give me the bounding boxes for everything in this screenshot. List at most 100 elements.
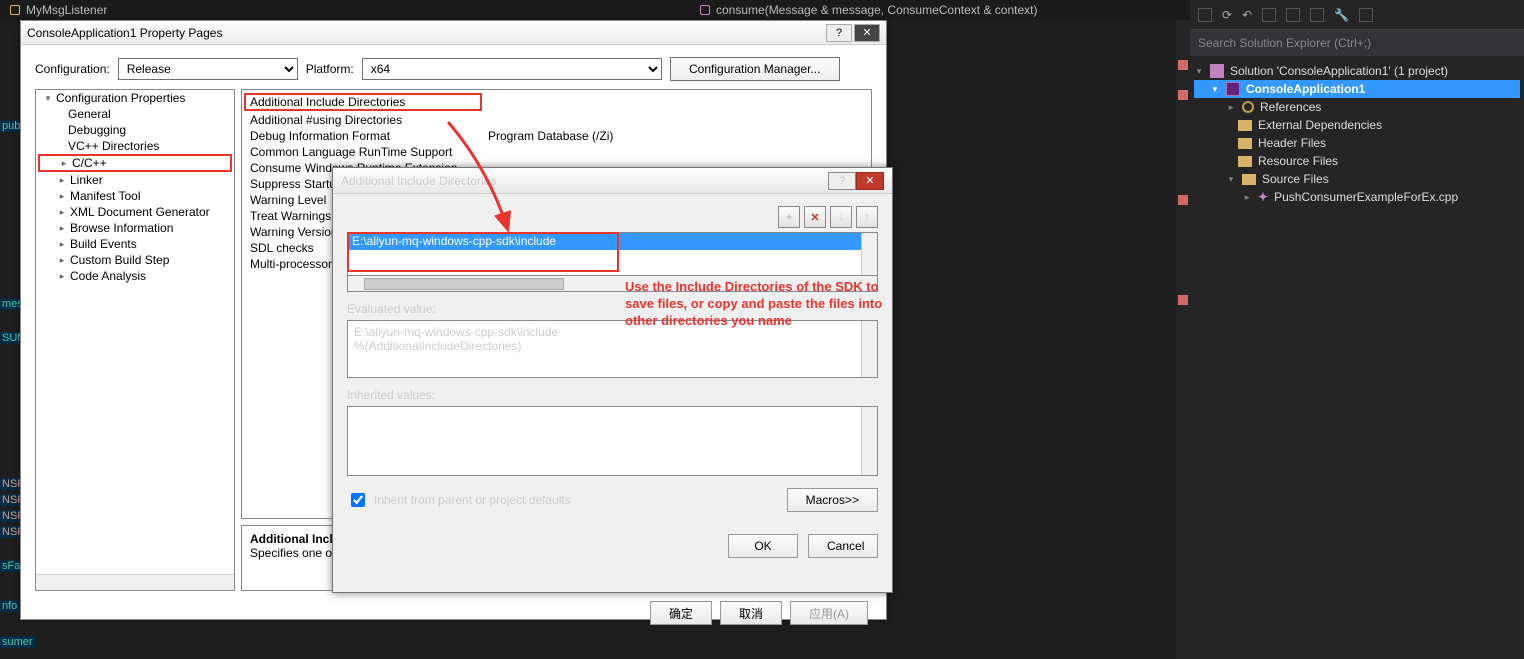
tree-item-debugging[interactable]: Debugging [68, 123, 126, 137]
directories-listbox[interactable]: E:\aliyun-mq-windows-cpp-sdk\include [347, 232, 878, 276]
extdeps-node[interactable]: External Dependencies [1194, 116, 1520, 134]
folder-icon [1238, 120, 1252, 131]
home-icon[interactable] [1198, 8, 1212, 22]
folder-icon [1238, 156, 1252, 167]
node-label: References [1260, 100, 1321, 114]
cpp-icon: ✦ [1258, 190, 1268, 204]
tree-item-general[interactable]: General [68, 107, 111, 121]
prop-key[interactable]: Additional Include Directories [244, 93, 482, 111]
vscrollbar[interactable] [861, 321, 877, 377]
tree-hscroll[interactable] [36, 574, 234, 590]
node-label: Resource Files [1258, 154, 1338, 168]
tree-item-buildevents[interactable]: Build Events [70, 237, 137, 251]
tree-item-browse[interactable]: Browse Information [70, 221, 173, 235]
scrollbar-gutter[interactable] [1176, 20, 1190, 659]
gutter-mark [1178, 90, 1188, 100]
ok-button[interactable]: 确定 [650, 601, 712, 625]
show-all-icon[interactable] [1262, 8, 1276, 22]
prop-key[interactable]: Additional #using Directories [250, 113, 488, 127]
sync-icon[interactable]: ⟳ [1222, 8, 1232, 22]
gutter-mark [1178, 60, 1188, 70]
folder-icon [1242, 174, 1256, 185]
tree-item-vcdirs[interactable]: VC++ Directories [68, 139, 159, 153]
ok-button[interactable]: OK [728, 534, 798, 558]
refresh-icon[interactable] [1286, 8, 1300, 22]
back-icon[interactable]: ↶ [1242, 8, 1252, 22]
configuration-manager-button[interactable]: Configuration Manager... [670, 57, 840, 81]
platform-select[interactable]: x64 [362, 58, 662, 80]
prop-val[interactable]: Program Database (/Zi) [488, 129, 613, 143]
collapse-icon[interactable] [1359, 8, 1373, 22]
node-label: Header Files [1258, 136, 1326, 150]
tree-item-xmldoc[interactable]: XML Document Generator [70, 205, 210, 219]
checkbox-label: Inherit from parent or project defaults [374, 493, 571, 507]
tree-root[interactable]: Configuration Properties [56, 91, 185, 105]
annotation-text: Use the Include Directories of the SDK t… [625, 278, 885, 329]
references-node[interactable]: ▸References [1194, 98, 1520, 116]
gutter-mark [1178, 195, 1188, 205]
properties-icon[interactable] [1310, 8, 1324, 22]
lock-icon [10, 5, 20, 15]
apply-button[interactable]: 应用(A) [790, 601, 868, 625]
header-node[interactable]: Header Files [1194, 134, 1520, 152]
prop-key[interactable]: Common Language RunTime Support [250, 145, 488, 159]
list-toolbar: ✦ ✕ ↓ ↑ [347, 206, 878, 228]
help-button[interactable]: ? [828, 172, 856, 190]
platform-label: Platform: [306, 62, 354, 76]
code-fragment: sumer [0, 636, 35, 648]
dialog-titlebar[interactable]: ConsoleApplication1 Property Pages ? ✕ [21, 21, 886, 45]
tab-label: consume(Message & message, ConsumeContex… [716, 3, 1037, 17]
resource-node[interactable]: Resource Files [1194, 152, 1520, 170]
project-node[interactable]: ▾ConsoleApplication1 [1194, 80, 1520, 98]
help-button[interactable]: ? [826, 24, 852, 42]
tree-item-linker[interactable]: Linker [70, 173, 103, 187]
tree-item-codeanalysis[interactable]: Code Analysis [70, 269, 146, 283]
solution-root[interactable]: ▾Solution 'ConsoleApplication1' (1 proje… [1194, 62, 1520, 80]
solution-search[interactable]: Search Solution Explorer (Ctrl+;) [1190, 30, 1524, 56]
macros-button[interactable]: Macros>> [787, 488, 878, 512]
property-tree[interactable]: ▾Configuration Properties General Debugg… [35, 89, 235, 591]
close-button[interactable]: ✕ [854, 24, 880, 42]
inherit-checkbox[interactable]: Inherit from parent or project defaults [347, 490, 571, 510]
configuration-select[interactable]: Release [118, 58, 298, 80]
project-icon [1226, 82, 1240, 96]
vscrollbar[interactable] [861, 233, 877, 275]
include-dirs-dialog: Additional Include Directories ? ✕ ✦ ✕ ↓… [332, 167, 893, 593]
dialog-title: ConsoleApplication1 Property Pages [27, 26, 222, 40]
node-label: ConsoleApplication1 [1246, 82, 1365, 96]
solution-icon [1210, 64, 1224, 78]
tab-listener[interactable]: MyMsgListener [0, 3, 117, 17]
inherit-checkbox-input[interactable] [351, 493, 365, 507]
solution-tree: ▾Solution 'ConsoleApplication1' (1 proje… [1190, 56, 1524, 212]
node-label: PushConsumerExampleForEx.cpp [1274, 190, 1458, 204]
dialog-title: Additional Include Directories [341, 174, 496, 188]
tree-item-manifest[interactable]: Manifest Tool [70, 189, 140, 203]
tree-item-ccpp[interactable]: C/C++ [72, 156, 107, 170]
inherited-box [347, 406, 878, 476]
prop-key[interactable]: Debug Information Format [250, 129, 488, 143]
cancel-button[interactable]: Cancel [808, 534, 878, 558]
move-down-button[interactable]: ↓ [830, 206, 852, 228]
cpp-file-node[interactable]: ▸✦PushConsumerExampleForEx.cpp [1194, 188, 1520, 206]
scroll-thumb[interactable] [364, 278, 564, 290]
wrench-icon[interactable]: 🔧 [1334, 8, 1349, 22]
vscrollbar[interactable] [861, 407, 877, 475]
tab-consume[interactable]: consume(Message & message, ConsumeContex… [690, 3, 1047, 17]
dialog-titlebar[interactable]: Additional Include Directories ? ✕ [333, 168, 892, 194]
source-node[interactable]: ▾Source Files [1194, 170, 1520, 188]
config-row: Configuration: Release Platform: x64 Con… [21, 45, 886, 89]
new-line-button[interactable]: ✦ [778, 206, 800, 228]
code-fragment: pub [0, 120, 22, 132]
dialog-buttons: 确定 取消 应用(A) [21, 591, 886, 635]
directory-entry[interactable]: E:\aliyun-mq-windows-cpp-sdk\include [348, 233, 877, 250]
close-button[interactable]: ✕ [856, 172, 884, 190]
move-up-button[interactable]: ↑ [856, 206, 878, 228]
node-label: Source Files [1262, 172, 1329, 186]
tree-item-custombuild[interactable]: Custom Build Step [70, 253, 169, 267]
cancel-button[interactable]: 取消 [720, 601, 782, 625]
folder-icon [1238, 138, 1252, 149]
tab-label: MyMsgListener [26, 3, 107, 17]
delete-button[interactable]: ✕ [804, 206, 826, 228]
inherited-label: Inherited values: [347, 388, 878, 402]
code-fragment: nfo [0, 600, 19, 612]
